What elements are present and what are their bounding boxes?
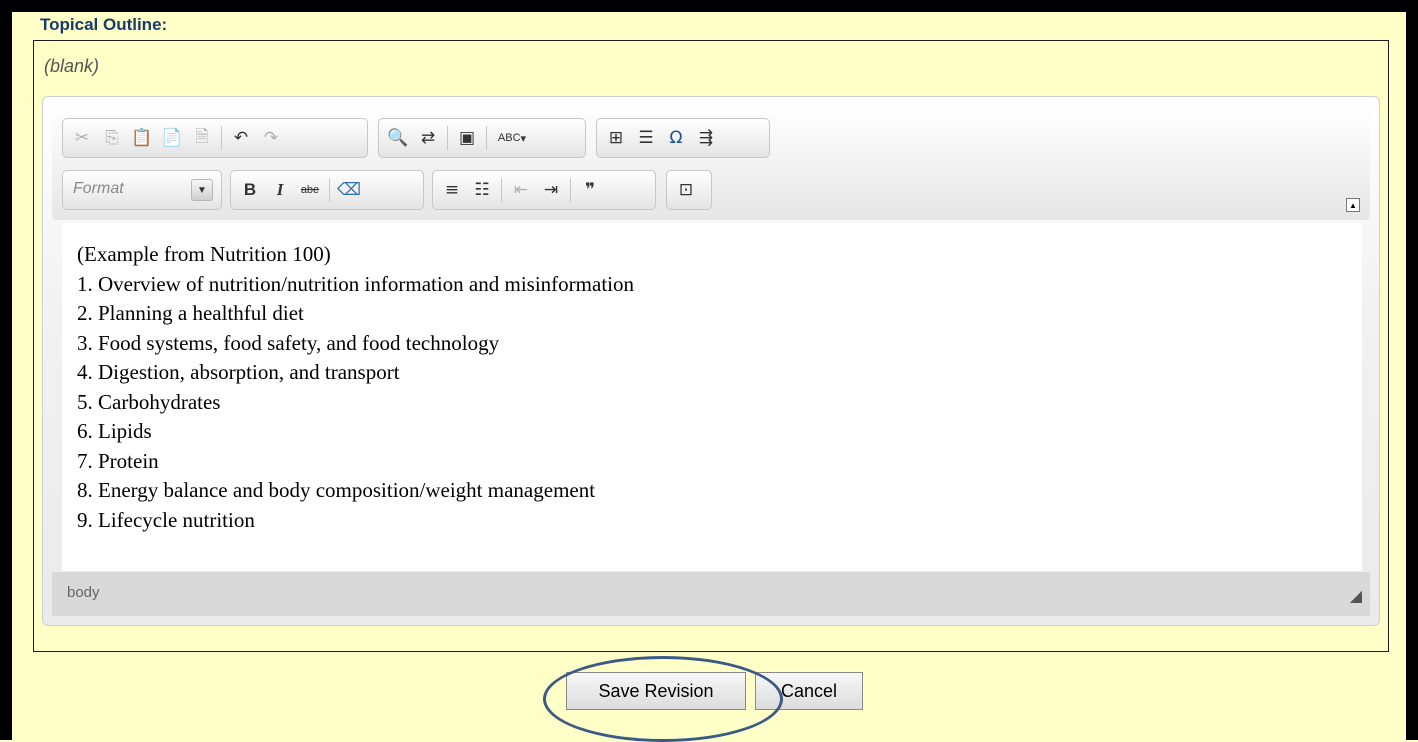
outdent-icon[interactable]: ⇤: [508, 177, 534, 203]
toolbar-group-basicstyles: B I abe ⌫: [230, 170, 424, 210]
content-line: 5. Carbohydrates: [77, 389, 221, 414]
bulleted-list-icon[interactable]: ☷: [469, 177, 495, 203]
toolbar-group-paragraph: ≡ ☷ ⇤ ⇥ ❞: [432, 170, 656, 210]
editor-status-bar: body ◢: [52, 572, 1370, 616]
toolbar-separator: [501, 178, 502, 202]
page-break-icon[interactable]: ⇶: [693, 125, 719, 151]
paste-word-icon[interactable]: 🗎: [189, 125, 215, 151]
table-icon[interactable]: ⊞: [603, 125, 629, 151]
toolbar-separator: [447, 126, 448, 150]
format-select[interactable]: Format ▼: [62, 170, 222, 210]
blank-placeholder: (blank): [44, 56, 100, 76]
toolbar-separator: [486, 126, 487, 150]
content-line: 9. Lifecycle nutrition: [77, 507, 255, 532]
content-line: 1. Overview of nutrition/nutrition infor…: [77, 271, 634, 296]
select-all-icon[interactable]: ▣: [454, 125, 480, 151]
collapse-toolbar-icon[interactable]: ▲: [1346, 198, 1360, 212]
section-label: Topical Outline:: [40, 15, 168, 34]
replace-icon[interactable]: ⇄: [415, 125, 441, 151]
strike-icon[interactable]: abe: [297, 177, 323, 203]
content-line: 3. Food systems, food safety, and food t…: [77, 330, 500, 355]
element-path[interactable]: body: [67, 584, 100, 601]
maximize-icon[interactable]: ⊡: [673, 177, 699, 203]
find-icon[interactable]: 🔍: [385, 125, 411, 151]
toolbar-separator: [570, 178, 571, 202]
redo-icon[interactable]: ↷: [258, 125, 284, 151]
indent-icon[interactable]: ⇥: [538, 177, 564, 203]
save-revision-button[interactable]: Save Revision: [566, 672, 746, 710]
cut-icon[interactable]: ✂: [69, 125, 95, 151]
toolbar-group-insert: ⊞ ☰ Ω ⇶: [596, 118, 770, 158]
content-line: (Example from Nutrition 100): [77, 242, 331, 266]
toolbar-group-tools: ⊡: [666, 170, 712, 210]
editor-toolbar: ✂ ⎘ 📋 📄 🗎 ↶ ↷ 🔍 ⇄ ▣ ABC ▾ ⊞ ☰ Ω ⇶ B I abe…: [52, 108, 1370, 220]
resize-grip-icon[interactable]: ◢: [1350, 586, 1362, 605]
window-frame-right: [1406, 0, 1418, 740]
bold-icon[interactable]: B: [237, 177, 263, 203]
window-frame-left: [0, 0, 12, 740]
content-line: 2. Planning a healthful diet: [77, 301, 304, 325]
blockquote-icon[interactable]: ❞: [577, 177, 603, 203]
italic-icon[interactable]: I: [267, 177, 293, 203]
undo-icon[interactable]: ↶: [228, 125, 254, 151]
paste-text-icon[interactable]: 📄: [159, 125, 185, 151]
window-frame-top: [0, 0, 1418, 12]
toolbar-separator: [221, 126, 222, 150]
horizontal-line-icon[interactable]: ☰: [633, 125, 659, 151]
remove-format-icon[interactable]: ⌫: [336, 177, 362, 203]
special-char-icon[interactable]: Ω: [663, 125, 689, 151]
cancel-button[interactable]: Cancel: [755, 672, 863, 710]
copy-icon[interactable]: ⎘: [99, 125, 125, 151]
format-select-label: Format: [73, 180, 124, 197]
content-line: 7. Protein: [77, 448, 159, 473]
toolbar-group-clipboard: ✂ ⎘ 📋 📄 🗎 ↶ ↷: [62, 118, 368, 158]
toolbar-group-editing: 🔍 ⇄ ▣ ABC ▾: [378, 118, 586, 158]
paste-icon[interactable]: 📋: [129, 125, 155, 151]
chevron-down-icon[interactable]: ▼: [191, 179, 213, 201]
content-line: 8. Energy balance and body composition/w…: [77, 478, 596, 502]
content-line: 4. Digestion, absorption, and transport: [77, 360, 400, 384]
toolbar-separator: [329, 178, 330, 202]
content-line: 6. Lipids: [77, 419, 152, 443]
spellcheck-icon[interactable]: ABC ▾: [493, 125, 531, 151]
editor-content[interactable]: (Example from Nutrition 100) 1. Overview…: [62, 223, 1362, 571]
numbered-list-icon[interactable]: ≡: [439, 177, 465, 203]
